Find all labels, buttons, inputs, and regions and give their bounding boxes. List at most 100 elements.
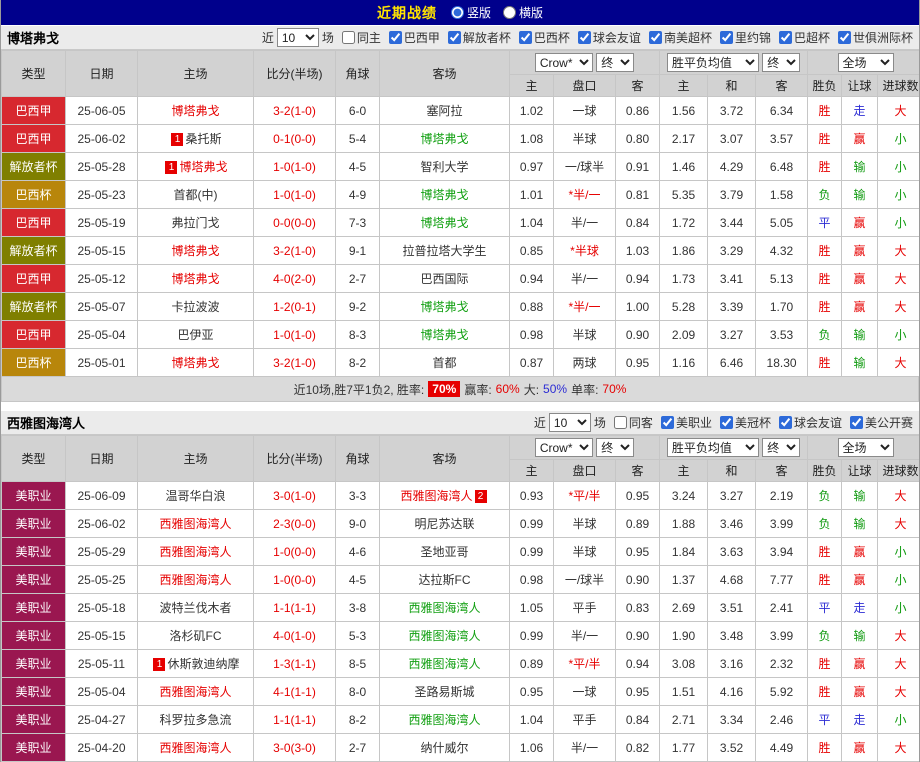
away-team-name[interactable]: 纳什威尔 [420,741,468,755]
away-team-name[interactable]: 西雅图海湾人 [408,713,480,727]
away-team-name[interactable]: 塞阿拉 [426,104,462,118]
layout-radio[interactable] [451,6,464,19]
filter-checkbox[interactable] [614,416,627,429]
scope-select[interactable]: 全场 [838,438,894,457]
away-team-name[interactable]: 西雅图海湾人 [408,629,480,643]
recent-count-select[interactable]: 10 [277,28,319,47]
home-team-name[interactable]: 卡拉波波 [171,300,219,314]
score-link[interactable]: 4-0(1-0) [254,622,336,650]
home-team-name[interactable]: 西雅图海湾人 [159,685,231,699]
score-link[interactable]: 3-2(1-0) [254,97,336,125]
home-team-name[interactable]: 西雅图海湾人 [159,545,231,559]
filter-checkbox[interactable] [389,31,402,44]
wdl-avg-select[interactable]: 胜平负均值 [667,438,759,457]
score-link[interactable]: 2-3(0-0) [254,510,336,538]
filter-checkbox[interactable] [649,31,662,44]
score-link[interactable]: 0-0(0-0) [254,209,336,237]
filter-里约锦[interactable]: 里约锦 [720,29,771,46]
home-team-name[interactable]: 博塔弗戈 [179,160,227,174]
eu-final-select[interactable]: 终 [762,53,800,72]
home-team-name[interactable]: 巴伊亚 [177,328,213,342]
home-team-name[interactable]: 首都(中) [174,188,218,202]
score-link[interactable]: 1-1(1-1) [254,706,336,734]
score-link[interactable]: 1-0(0-0) [254,538,336,566]
filter-美职业[interactable]: 美职业 [661,414,712,431]
filter-checkbox[interactable] [342,31,355,44]
away-team-name[interactable]: 西雅图海湾人 [408,601,480,615]
score-link[interactable]: 1-2(0-1) [254,293,336,321]
filter-球会友谊[interactable]: 球会友谊 [578,29,641,46]
home-team-name[interactable]: 洛杉矶FC [170,629,222,643]
filter-同主[interactable]: 同主 [342,29,381,46]
home-team-name[interactable]: 西雅图海湾人 [159,741,231,755]
score-link[interactable]: 1-0(1-0) [254,321,336,349]
filter-同客[interactable]: 同客 [614,414,653,431]
layout-option-1[interactable]: 竖版 [451,4,491,21]
score-link[interactable]: 1-0(1-0) [254,181,336,209]
away-team-name[interactable]: 博塔弗戈 [420,216,468,230]
bookmaker-select[interactable]: Crow* [535,438,593,457]
layout-radio[interactable] [503,6,516,19]
filter-美公开赛[interactable]: 美公开赛 [850,414,913,431]
filter-解放者杯[interactable]: 解放者杯 [448,29,511,46]
home-team-name[interactable]: 桑托斯 [185,132,221,146]
ah-final-select[interactable]: 终 [596,438,634,457]
home-team-name[interactable]: 科罗拉多急流 [159,713,231,727]
home-team-name[interactable]: 博塔弗戈 [171,244,219,258]
home-team-name[interactable]: 博塔弗戈 [171,272,219,286]
filter-巴西甲[interactable]: 巴西甲 [389,29,440,46]
away-team-name[interactable]: 博塔弗戈 [420,300,468,314]
home-team-name[interactable]: 西雅图海湾人 [159,573,231,587]
score-link[interactable]: 1-1(1-1) [254,594,336,622]
score-link[interactable]: 4-1(1-1) [254,678,336,706]
home-team-name[interactable]: 西雅图海湾人 [159,517,231,531]
filter-checkbox[interactable] [720,416,733,429]
filter-checkbox[interactable] [519,31,532,44]
away-team-name[interactable]: 达拉斯FC [419,573,471,587]
away-team-name[interactable]: 西雅图海湾人 [408,657,480,671]
filter-checkbox[interactable] [661,416,674,429]
recent-count-select[interactable]: 10 [549,413,591,432]
eu-final-select[interactable]: 终 [762,438,800,457]
filter-checkbox[interactable] [850,416,863,429]
home-team-name[interactable]: 波特兰伐木者 [159,601,231,615]
filter-checkbox[interactable] [720,31,733,44]
home-team-name[interactable]: 弗拉门戈 [171,216,219,230]
wdl-avg-select[interactable]: 胜平负均值 [667,53,759,72]
away-team-name[interactable]: 圣地亚哥 [420,545,468,559]
home-team-name[interactable]: 休斯敦迪纳摩 [167,657,239,671]
home-team-name[interactable]: 博塔弗戈 [171,356,219,370]
away-team-name[interactable]: 明尼苏达联 [414,517,474,531]
away-team-name[interactable]: 首都 [432,356,456,370]
away-team-name[interactable]: 圣路易斯城 [414,685,474,699]
score-link[interactable]: 4-0(2-0) [254,265,336,293]
filter-checkbox[interactable] [838,31,851,44]
filter-巴超杯[interactable]: 巴超杯 [779,29,830,46]
score-link[interactable]: 3-0(3-0) [254,734,336,762]
filter-checkbox[interactable] [779,416,792,429]
away-team-name[interactable]: 拉普拉塔大学生 [402,244,486,258]
away-team-name[interactable]: 博塔弗戈 [420,188,468,202]
filter-checkbox[interactable] [448,31,461,44]
away-team-name[interactable]: 智利大学 [420,160,468,174]
score-link[interactable]: 3-2(1-0) [254,349,336,377]
away-team-name[interactable]: 西雅图海湾人 [400,489,472,503]
bookmaker-select[interactable]: Crow* [535,53,593,72]
filter-球会友谊[interactable]: 球会友谊 [779,414,842,431]
score-link[interactable]: 1-0(0-0) [254,566,336,594]
away-team-name[interactable]: 巴西国际 [420,272,468,286]
filter-世俱洲际杯[interactable]: 世俱洲际杯 [838,29,913,46]
score-link[interactable]: 0-1(0-0) [254,125,336,153]
score-link[interactable]: 1-3(1-1) [254,650,336,678]
score-link[interactable]: 1-0(1-0) [254,153,336,181]
filter-美冠杯[interactable]: 美冠杯 [720,414,771,431]
filter-checkbox[interactable] [578,31,591,44]
home-team-name[interactable]: 博塔弗戈 [171,104,219,118]
away-team-name[interactable]: 博塔弗戈 [420,328,468,342]
filter-checkbox[interactable] [779,31,792,44]
filter-南美超杯[interactable]: 南美超杯 [649,29,712,46]
home-team-name[interactable]: 温哥华白浪 [165,489,225,503]
score-link[interactable]: 3-0(1-0) [254,482,336,510]
layout-option-2[interactable]: 横版 [503,4,543,21]
ah-final-select[interactable]: 终 [596,53,634,72]
